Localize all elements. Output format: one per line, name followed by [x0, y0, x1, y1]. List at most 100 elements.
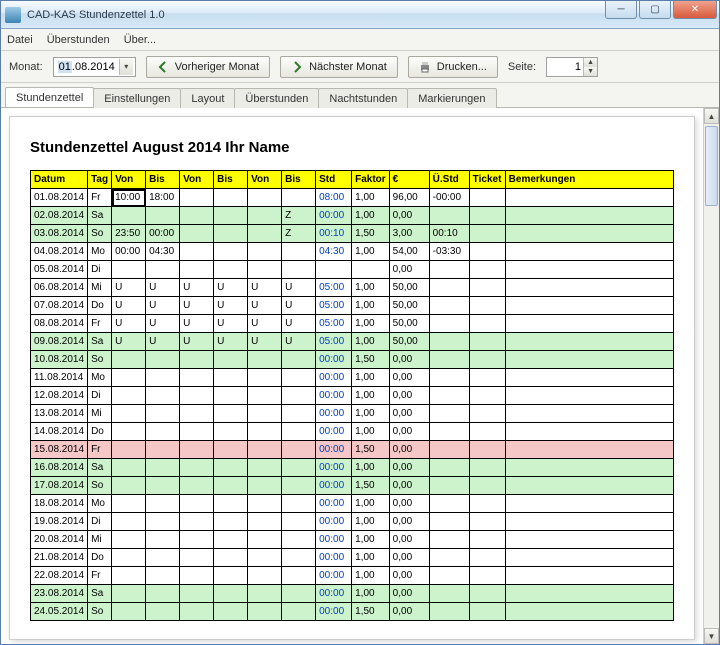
scroll-track[interactable] [704, 124, 719, 628]
cell-us[interactable] [429, 513, 469, 531]
tab-layout[interactable]: Layout [180, 88, 235, 108]
cell-v2[interactable] [180, 351, 214, 369]
cell-b3[interactable] [282, 369, 316, 387]
cell-bem[interactable] [505, 297, 673, 315]
document-viewport[interactable]: Stundenzettel August 2014 Ihr Name Datum… [1, 108, 703, 644]
menu-ueberstunden[interactable]: Überstunden [47, 34, 110, 46]
table-row[interactable]: 11.08.2014Mo00:001,000,00 [31, 369, 674, 387]
cell-f[interactable]: 1,00 [352, 405, 390, 423]
cell-b2[interactable] [214, 405, 248, 423]
cell-v2[interactable] [180, 477, 214, 495]
cell-v1[interactable] [112, 603, 146, 621]
cell-bem[interactable] [505, 423, 673, 441]
cell-v3[interactable] [248, 207, 282, 225]
cell-eur[interactable]: 0,00 [389, 531, 429, 549]
cell-tag[interactable]: So [88, 351, 112, 369]
cell-b3[interactable]: Z [282, 225, 316, 243]
cell-f[interactable]: 1,00 [352, 567, 390, 585]
cell-tk[interactable] [469, 423, 505, 441]
cell-b1[interactable]: 04:30 [146, 243, 180, 261]
cell-v3[interactable] [248, 603, 282, 621]
scroll-thumb[interactable] [705, 126, 718, 206]
tab-nachtstunden[interactable]: Nachtstunden [318, 88, 408, 108]
cell-bem[interactable] [505, 567, 673, 585]
cell-tag[interactable]: Mo [88, 243, 112, 261]
cell-std[interactable]: 00:00 [316, 441, 352, 459]
cell-us[interactable] [429, 261, 469, 279]
minimize-button[interactable]: ─ [605, 1, 637, 19]
cell-us[interactable] [429, 387, 469, 405]
cell-b1[interactable] [146, 441, 180, 459]
cell-us[interactable]: -00:00 [429, 189, 469, 207]
cell-eur[interactable]: 0,00 [389, 477, 429, 495]
cell-v3[interactable]: U [248, 279, 282, 297]
cell-bem[interactable] [505, 495, 673, 513]
table-row[interactable]: 13.08.2014Mi00:001,000,00 [31, 405, 674, 423]
table-row[interactable]: 16.08.2014Sa00:001,000,00 [31, 459, 674, 477]
cell-v1[interactable]: U [112, 315, 146, 333]
cell-v3[interactable] [248, 387, 282, 405]
cell-bem[interactable] [505, 225, 673, 243]
cell-b1[interactable] [146, 513, 180, 531]
cell-us[interactable] [429, 333, 469, 351]
cell-f[interactable]: 1,50 [352, 603, 390, 621]
table-row[interactable]: 18.08.2014Mo00:001,000,00 [31, 495, 674, 513]
cell-v3[interactable] [248, 405, 282, 423]
cell-date[interactable]: 11.08.2014 [31, 369, 88, 387]
cell-v2[interactable] [180, 495, 214, 513]
cell-std[interactable] [316, 261, 352, 279]
cell-v1[interactable]: U [112, 333, 146, 351]
tab-einstellungen[interactable]: Einstellungen [93, 88, 181, 108]
cell-tag[interactable]: So [88, 603, 112, 621]
cell-tk[interactable] [469, 207, 505, 225]
cell-b3[interactable] [282, 441, 316, 459]
cell-f[interactable]: 1,00 [352, 333, 390, 351]
cell-us[interactable] [429, 477, 469, 495]
cell-v2[interactable] [180, 243, 214, 261]
cell-v1[interactable] [112, 459, 146, 477]
cell-f[interactable]: 1,00 [352, 279, 390, 297]
cell-b3[interactable] [282, 585, 316, 603]
cell-eur[interactable]: 0,00 [389, 585, 429, 603]
cell-us[interactable]: 00:10 [429, 225, 469, 243]
cell-v1[interactable] [112, 351, 146, 369]
cell-eur[interactable]: 0,00 [389, 567, 429, 585]
cell-v2[interactable] [180, 405, 214, 423]
cell-b2[interactable] [214, 603, 248, 621]
cell-b2[interactable]: U [214, 333, 248, 351]
table-row[interactable]: 20.08.2014Mi00:001,000,00 [31, 531, 674, 549]
cell-std[interactable]: 00:00 [316, 549, 352, 567]
prev-month-button[interactable]: Vorheriger Monat [146, 56, 270, 78]
cell-b1[interactable] [146, 531, 180, 549]
cell-f[interactable]: 1,00 [352, 369, 390, 387]
cell-bem[interactable] [505, 279, 673, 297]
table-row[interactable]: 24.05.2014So00:001,500,00 [31, 603, 674, 621]
cell-date[interactable]: 07.08.2014 [31, 297, 88, 315]
cell-eur[interactable]: 50,00 [389, 315, 429, 333]
cell-b2[interactable] [214, 369, 248, 387]
cell-date[interactable]: 04.08.2014 [31, 243, 88, 261]
cell-date[interactable]: 22.08.2014 [31, 567, 88, 585]
cell-std[interactable]: 00:00 [316, 207, 352, 225]
scroll-down-icon[interactable]: ▼ [704, 628, 719, 644]
cell-std[interactable]: 00:00 [316, 387, 352, 405]
cell-us[interactable]: -03:30 [429, 243, 469, 261]
cell-b3[interactable] [282, 531, 316, 549]
timesheet-table[interactable]: DatumTagVonBisVonBisVonBisStdFaktor€Ü.St… [30, 170, 674, 621]
cell-v2[interactable]: U [180, 297, 214, 315]
cell-v3[interactable] [248, 495, 282, 513]
cell-b2[interactable] [214, 225, 248, 243]
cell-eur[interactable]: 0,00 [389, 513, 429, 531]
page-down-icon[interactable]: ▼ [583, 67, 597, 76]
cell-b2[interactable] [214, 513, 248, 531]
cell-tk[interactable] [469, 567, 505, 585]
cell-v3[interactable] [248, 261, 282, 279]
cell-v1[interactable]: 23:50 [112, 225, 146, 243]
cell-tag[interactable]: Fr [88, 189, 112, 207]
cell-v2[interactable] [180, 513, 214, 531]
cell-tag[interactable]: Fr [88, 441, 112, 459]
cell-tk[interactable] [469, 279, 505, 297]
cell-f[interactable]: 1,00 [352, 297, 390, 315]
cell-b1[interactable]: U [146, 315, 180, 333]
table-row[interactable]: 19.08.2014Di00:001,000,00 [31, 513, 674, 531]
